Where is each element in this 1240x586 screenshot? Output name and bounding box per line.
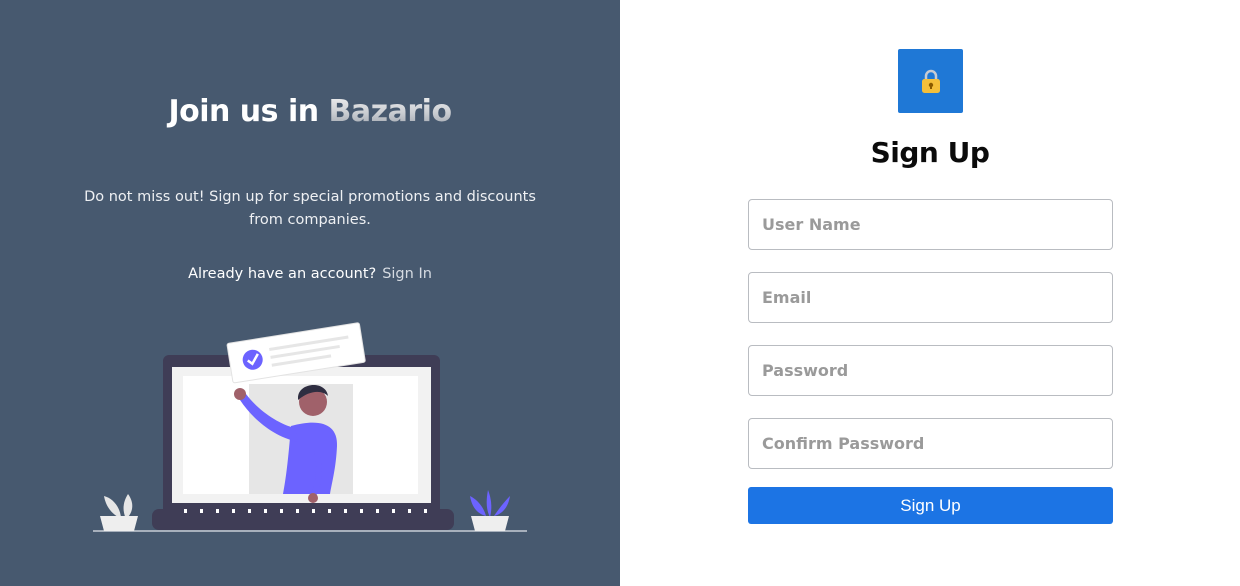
lock-avatar xyxy=(898,49,963,113)
form-title: Sign Up xyxy=(870,136,990,169)
lock-icon xyxy=(921,69,940,93)
signin-line: Already have an account? Sign In xyxy=(0,266,620,282)
email-field[interactable] xyxy=(748,272,1113,323)
username-field[interactable] xyxy=(748,199,1113,250)
signup-panel: Sign Up Sign Up xyxy=(620,0,1240,586)
signin-prompt: Already have an account? xyxy=(188,266,377,282)
promo-panel: Join us in Bazario Do not miss out! Sign… xyxy=(0,0,620,586)
promo-text: Do not miss out! Sign up for special pro… xyxy=(84,189,536,228)
promo-headline: Join us in Bazario xyxy=(0,94,620,129)
sign-in-link[interactable]: Sign In xyxy=(382,266,432,282)
left-plant-icon xyxy=(100,494,138,531)
signup-illustration xyxy=(93,322,527,532)
sign-up-button[interactable]: Sign Up xyxy=(748,487,1113,524)
headline-prefix: Join us in xyxy=(168,94,329,129)
password-field[interactable] xyxy=(748,345,1113,396)
right-plant-icon xyxy=(470,490,510,531)
confirm-password-field[interactable] xyxy=(748,418,1113,469)
brand-name: Bazario xyxy=(328,94,453,129)
